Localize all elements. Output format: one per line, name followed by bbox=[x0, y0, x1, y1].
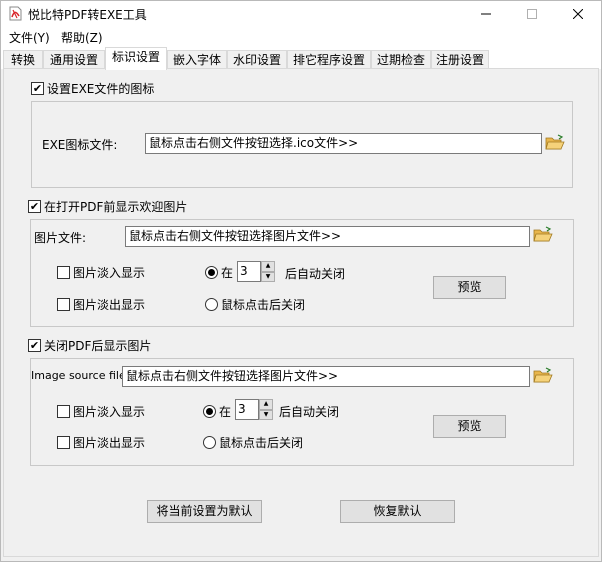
spin-down-icon[interactable]: ▼ bbox=[261, 271, 275, 282]
maximize-button[interactable] bbox=[509, 1, 555, 27]
welcome-preview-button[interactable]: 预览 bbox=[433, 276, 506, 299]
welcome-fade-in-label: 图片淡入显示 bbox=[73, 266, 146, 280]
open-folder-icon[interactable] bbox=[533, 367, 553, 385]
show-close-image-label: 关闭PDF后显示图片 bbox=[44, 339, 152, 353]
close-click-close-radio[interactable]: 鼠标点击后关闭 bbox=[203, 434, 303, 451]
minimize-button[interactable] bbox=[463, 1, 509, 27]
tab-strip: 转换 通用设置 标识设置 嵌入字体 水印设置 排它程序设置 过期检查 注册设置 bbox=[1, 47, 601, 70]
welcome-fade-in-checkbox[interactable]: 图片淡入显示 bbox=[57, 264, 145, 281]
close-auto-close-prefix: 在 bbox=[219, 405, 232, 419]
set-exe-icon-label: 设置EXE文件的图标 bbox=[47, 82, 155, 96]
show-close-image-checkbox[interactable]: ✔ 关闭PDF后显示图片 bbox=[28, 337, 151, 354]
welcome-click-close-radio[interactable]: 鼠标点击后关闭 bbox=[205, 296, 305, 313]
close-auto-close-radio[interactable]: 在 bbox=[203, 403, 231, 420]
welcome-fade-out-label: 图片淡出显示 bbox=[73, 298, 146, 312]
close-image-file-field[interactable]: 鼠标点击右侧文件按钮选择图片文件>> bbox=[122, 366, 530, 387]
checkbox-checked-icon: ✔ bbox=[31, 82, 44, 95]
set-exe-icon-checkbox[interactable]: ✔ 设置EXE文件的图标 bbox=[31, 80, 154, 97]
maximize-icon bbox=[527, 9, 537, 19]
welcome-fade-out-checkbox[interactable]: 图片淡出显示 bbox=[57, 296, 145, 313]
tab-expiry-check[interactable]: 过期检查 bbox=[371, 50, 431, 70]
close-image-file-label: Image source file: bbox=[31, 369, 130, 382]
close-button[interactable] bbox=[555, 1, 601, 27]
show-welcome-image-checkbox[interactable]: ✔ 在打开PDF前显示欢迎图片 bbox=[28, 198, 187, 215]
welcome-seconds-spinner[interactable]: 3 ▲ ▼ bbox=[237, 261, 275, 282]
tab-identity-settings[interactable]: 标识设置 bbox=[105, 47, 167, 70]
close-fade-out-label: 图片淡出显示 bbox=[73, 436, 146, 450]
radio-selected-icon bbox=[203, 405, 216, 418]
close-fade-in-checkbox[interactable]: 图片淡入显示 bbox=[57, 403, 145, 420]
show-welcome-image-label: 在打开PDF前显示欢迎图片 bbox=[44, 200, 188, 214]
welcome-image-file-field[interactable]: 鼠标点击右侧文件按钮选择图片文件>> bbox=[125, 226, 530, 247]
radio-unselected-icon bbox=[205, 298, 218, 311]
menu-help[interactable]: 帮助(Z) bbox=[59, 29, 105, 46]
radio-unselected-icon bbox=[203, 436, 216, 449]
window-title: 悦比特PDF转EXE工具 bbox=[28, 8, 147, 22]
exe-icon-file-field[interactable]: 鼠标点击右侧文件按钮选择.ico文件>> bbox=[145, 133, 542, 154]
app-window: 悦比特PDF转EXE工具 文件(Y) 帮助(Z) 转换 通用设置 标识设置 嵌入… bbox=[0, 0, 602, 562]
checkbox-checked-icon: ✔ bbox=[28, 339, 41, 352]
welcome-image-file-label: 图片文件: bbox=[34, 231, 87, 245]
close-click-close-label: 鼠标点击后关闭 bbox=[219, 436, 304, 450]
set-as-default-button[interactable]: 将当前设置为默认 bbox=[147, 500, 262, 523]
checkbox-checked-icon: ✔ bbox=[28, 200, 41, 213]
close-preview-button[interactable]: 预览 bbox=[433, 415, 506, 438]
close-auto-close-suffix: 后自动关闭 bbox=[279, 405, 340, 419]
checkbox-unchecked-icon bbox=[57, 298, 70, 311]
close-fade-in-label: 图片淡入显示 bbox=[73, 405, 146, 419]
spin-up-icon[interactable]: ▲ bbox=[261, 261, 275, 272]
pdf-app-icon bbox=[9, 6, 22, 21]
exe-icon-file-label: EXE图标文件: bbox=[42, 138, 118, 152]
tab-embed-fonts[interactable]: 嵌入字体 bbox=[167, 50, 227, 70]
open-folder-icon[interactable] bbox=[533, 226, 553, 244]
welcome-auto-close-radio[interactable]: 在 bbox=[205, 264, 233, 281]
close-icon bbox=[573, 9, 583, 19]
menu-file[interactable]: 文件(Y) bbox=[7, 29, 52, 46]
close-fade-out-checkbox[interactable]: 图片淡出显示 bbox=[57, 434, 145, 451]
tab-general-settings[interactable]: 通用设置 bbox=[43, 50, 105, 70]
tab-exclusive-program-settings[interactable]: 排它程序设置 bbox=[287, 50, 371, 70]
close-seconds-spinner[interactable]: 3 ▲ ▼ bbox=[235, 399, 273, 420]
spin-up-icon[interactable]: ▲ bbox=[259, 399, 273, 410]
welcome-auto-close-prefix: 在 bbox=[221, 266, 234, 280]
welcome-seconds-value[interactable]: 3 bbox=[237, 261, 261, 282]
welcome-auto-close-suffix: 后自动关闭 bbox=[285, 267, 346, 281]
open-folder-icon[interactable] bbox=[545, 134, 565, 152]
tab-registration-settings[interactable]: 注册设置 bbox=[431, 50, 489, 70]
radio-selected-icon bbox=[205, 266, 218, 279]
title-bar: 悦比特PDF转EXE工具 bbox=[1, 1, 601, 27]
tab-convert[interactable]: 转换 bbox=[3, 50, 43, 70]
checkbox-unchecked-icon bbox=[57, 405, 70, 418]
restore-default-button[interactable]: 恢复默认 bbox=[340, 500, 455, 523]
tab-watermark-settings[interactable]: 水印设置 bbox=[227, 50, 287, 70]
welcome-click-close-label: 鼠标点击后关闭 bbox=[221, 298, 306, 312]
close-seconds-value[interactable]: 3 bbox=[235, 399, 259, 420]
checkbox-unchecked-icon bbox=[57, 436, 70, 449]
spin-down-icon[interactable]: ▼ bbox=[259, 409, 273, 420]
menu-bar: 文件(Y) 帮助(Z) bbox=[1, 27, 601, 47]
minimize-icon bbox=[481, 13, 491, 15]
checkbox-unchecked-icon bbox=[57, 266, 70, 279]
